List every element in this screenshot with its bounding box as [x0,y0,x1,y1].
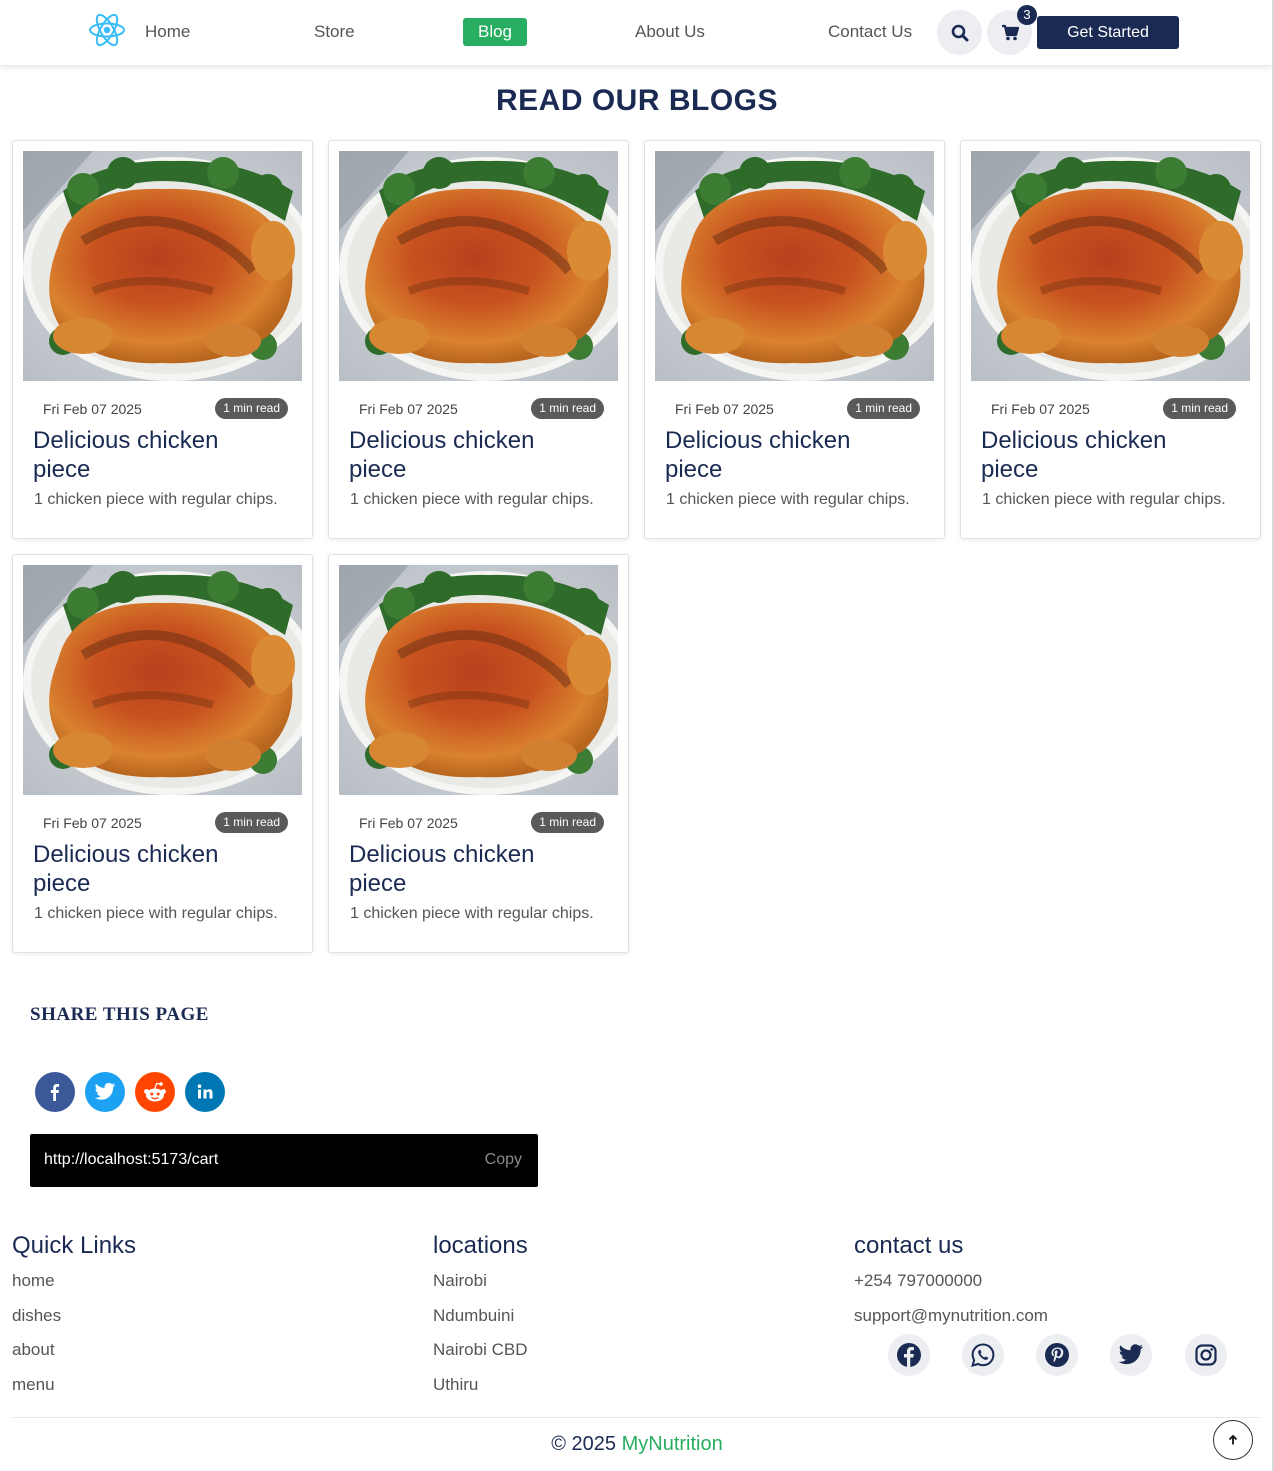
cart-icon [1001,24,1019,41]
blog-title[interactable]: Delicious chicken piece [665,426,905,484]
arrow-up-icon [1228,1434,1238,1445]
blog-description: 1 chicken piece with regular chips. [982,491,1226,508]
get-started-button[interactable]: Get Started [1037,16,1179,49]
brand-name[interactable]: MyNutrition [622,1433,723,1455]
chicken-image [339,565,618,795]
react-atom-icon[interactable] [88,12,126,48]
share-reddit-button[interactable] [135,1072,175,1112]
blog-image[interactable] [655,151,934,381]
reddit-icon [144,1082,166,1102]
read-time-badge: 1 min read [215,812,288,833]
blog-title[interactable]: Delicious chicken piece [981,426,1221,484]
footer-instagram-button[interactable] [1185,1334,1227,1376]
footer-link-dishes[interactable]: dishes [12,1306,61,1326]
blog-date: Fri Feb 07 2025 [359,815,458,831]
share-url-box: http://localhost:5173/cart Copy [30,1134,538,1187]
share-title: SHARE THIS PAGE [30,1004,209,1025]
footer-divider [12,1417,1260,1418]
read-time-badge: 1 min read [531,398,604,419]
linkedin-icon [197,1084,213,1099]
read-time-badge: 1 min read [1163,398,1236,419]
blog-title[interactable]: Delicious chicken piece [349,840,589,898]
footer-facebook-button[interactable] [888,1334,930,1376]
chicken-image [23,565,302,795]
chicken-image [23,151,302,381]
location-item: Uthiru [433,1375,479,1394]
copyright: © 2025 MyNutrition [0,1433,1274,1456]
chicken-image [655,151,934,381]
blog-date: Fri Feb 07 2025 [991,401,1090,417]
nav-contact-link[interactable]: Contact Us [828,22,912,42]
contact-email[interactable]: support@mynutrition.com [854,1306,1048,1326]
footer-twitter-button[interactable] [1110,1334,1152,1376]
footer-link-home[interactable]: home [12,1271,55,1291]
blog-title[interactable]: Delicious chicken piece [349,426,589,484]
blog-description: 1 chicken piece with regular chips. [350,491,594,508]
blog-description: 1 chicken piece with regular chips. [666,491,910,508]
contact-heading: contact us [854,1232,964,1259]
footer-pinterest-button[interactable] [1036,1334,1078,1376]
instagram-icon [1195,1344,1217,1366]
blog-date: Fri Feb 07 2025 [43,401,142,417]
search-button[interactable] [937,10,982,55]
facebook-icon [897,1343,921,1367]
scroll-to-top-button[interactable] [1213,1420,1253,1460]
footer-link-menu[interactable]: menu [12,1375,55,1395]
contact-phone: +254 797000000 [854,1271,983,1290]
chicken-image [971,151,1250,381]
blog-description: 1 chicken piece with regular chips. [34,905,278,922]
share-url-input[interactable]: http://localhost:5173/cart [44,1151,218,1169]
twitter-icon [94,1082,116,1100]
share-facebook-button[interactable] [35,1072,75,1112]
cart-count-badge: 3 [1017,5,1037,25]
blog-description: 1 chicken piece with regular chips. [34,491,278,508]
read-time-badge: 1 min read [847,398,920,419]
location-item: Nairobi [433,1271,487,1290]
blog-date: Fri Feb 07 2025 [43,815,142,831]
location-item: Nairobi CBD [433,1340,528,1359]
navbar: Home Store Blog About Us Contact Us 3 Ge… [0,0,1272,65]
blog-image[interactable] [971,151,1250,381]
pinterest-icon [1045,1343,1069,1367]
footer-link-about[interactable]: about [12,1340,55,1360]
blog-image[interactable] [23,565,302,795]
share-linkedin-button[interactable] [185,1072,225,1112]
blog-card[interactable]: Fri Feb 07 2025 1 min read Delicious chick… [12,140,313,539]
blog-date: Fri Feb 07 2025 [675,401,774,417]
share-twitter-button[interactable] [85,1072,125,1112]
search-icon [951,24,968,41]
blog-card[interactable]: Fri Feb 07 2025 1 min read Delicious chick… [12,554,313,953]
blog-title[interactable]: Delicious chicken piece [33,840,273,898]
nav-blog-link[interactable]: Blog [463,18,527,46]
blog-image[interactable] [339,565,618,795]
copy-button[interactable]: Copy [485,1151,522,1169]
read-time-badge: 1 min read [531,812,604,833]
blog-date: Fri Feb 07 2025 [359,401,458,417]
blog-image[interactable] [23,151,302,381]
whatsapp-icon [971,1343,995,1367]
page-title: READ OUR BLOGS [495,84,778,117]
quick-links-heading: Quick Links [12,1232,137,1259]
blog-image[interactable] [339,151,618,381]
location-item: Ndumbuini [433,1306,515,1325]
facebook-icon [50,1084,60,1101]
footer-whatsapp-button[interactable] [962,1334,1004,1376]
nav-about-link[interactable]: About Us [635,22,705,42]
read-time-badge: 1 min read [215,398,288,419]
nav-store-link[interactable]: Store [314,22,355,42]
twitter-icon [1118,1344,1144,1365]
blog-card[interactable]: Fri Feb 07 2025 1 min read Delicious chick… [328,554,629,953]
chicken-image [339,151,618,381]
blog-card[interactable]: Fri Feb 07 2025 1 min read Delicious chick… [644,140,945,539]
blog-description: 1 chicken piece with regular chips. [350,905,594,922]
blog-card[interactable]: Fri Feb 07 2025 1 min read Delicious chick… [328,140,629,539]
blog-card[interactable]: Fri Feb 07 2025 1 min read Delicious chick… [960,140,1261,539]
nav-home-link[interactable]: Home [145,22,190,42]
blog-title[interactable]: Delicious chicken piece [33,426,273,484]
copyright-text: © 2025 [551,1433,617,1455]
locations-heading: locations [433,1232,528,1259]
